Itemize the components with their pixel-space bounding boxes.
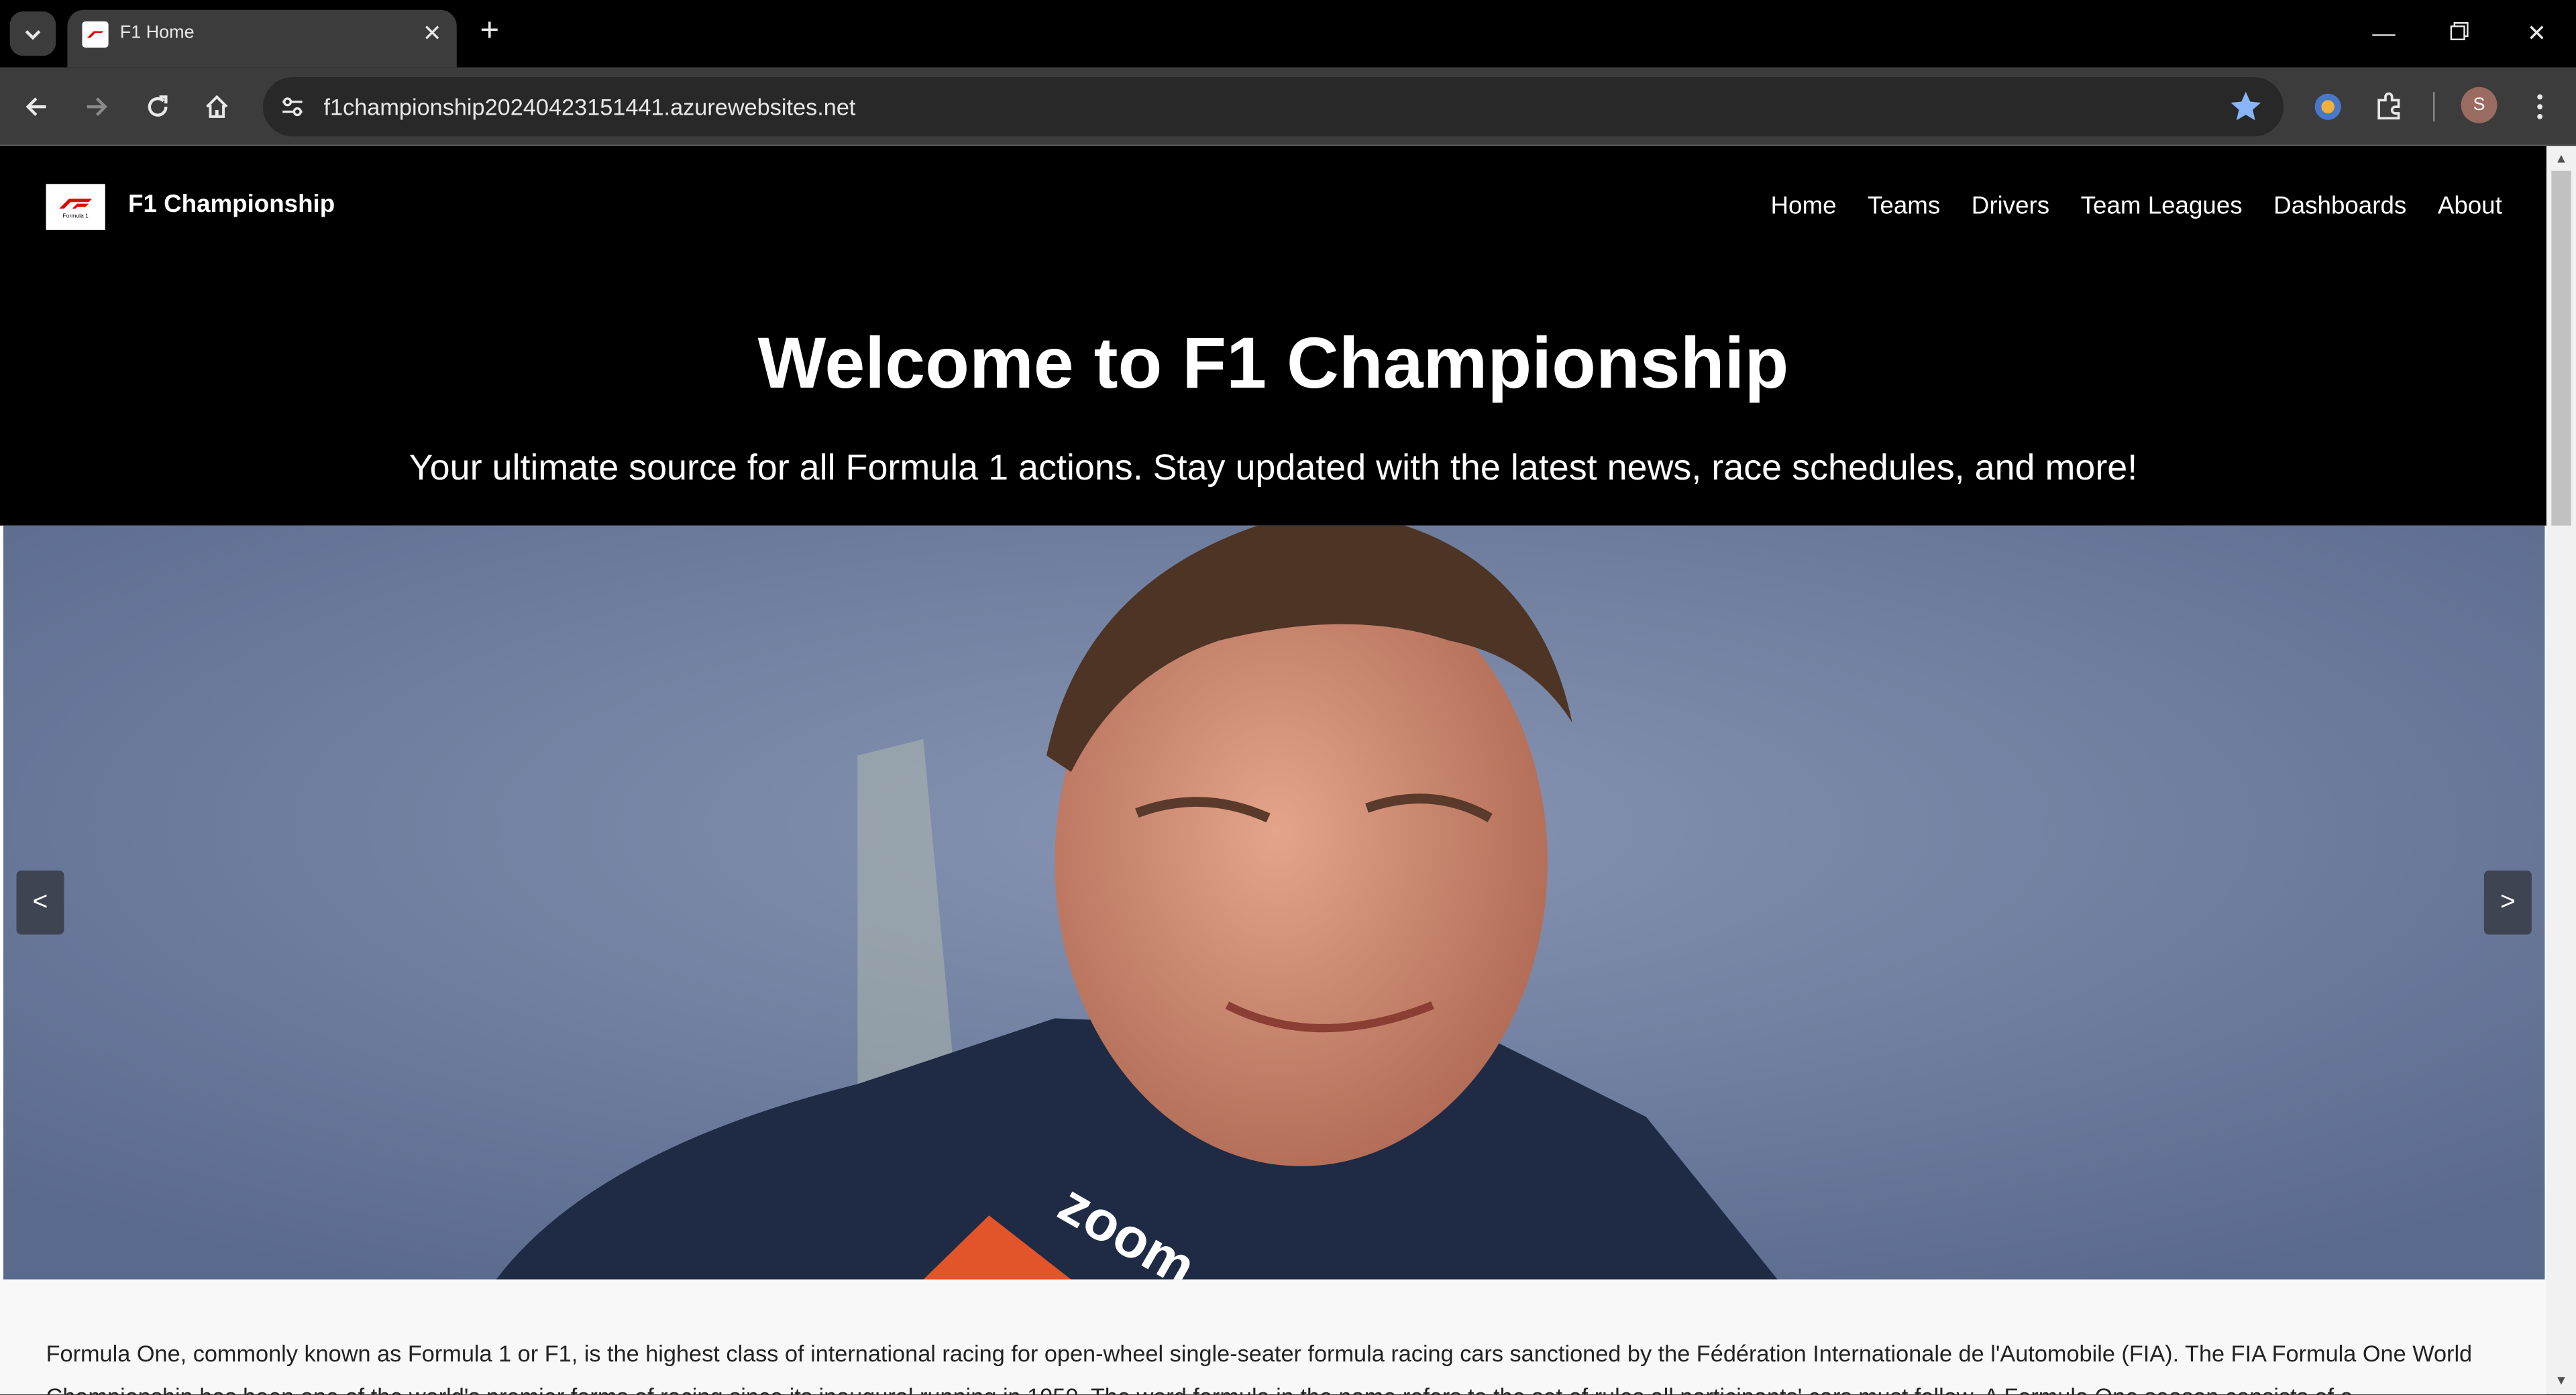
close-window-button[interactable]: ✕ <box>2520 16 2553 49</box>
new-tab-button[interactable]: + <box>473 15 506 48</box>
restore-button[interactable] <box>2443 16 2476 49</box>
back-button[interactable] <box>16 87 56 127</box>
nav-team-leagues[interactable]: Team Leagues <box>2081 192 2243 221</box>
toolbar-divider <box>2432 92 2435 122</box>
restore-icon <box>2450 22 2469 41</box>
page-scrollbar[interactable]: ▲ ▼ <box>2546 146 2576 1395</box>
driver-portrait-image: zoom <box>3 525 2545 1280</box>
scroll-up-arrow-icon[interactable]: ▲ <box>2553 151 2569 167</box>
more-vertical-icon <box>2537 94 2543 119</box>
profile-avatar[interactable]: S <box>2461 87 2498 123</box>
hero-subtitle: Your ultimate source for all Formula 1 a… <box>409 447 2138 488</box>
svg-text:Formula 1: Formula 1 <box>62 212 89 219</box>
reload-icon <box>148 95 168 117</box>
browser-window: F1 Home ✕ + — ✕ f1championship2024042315… <box>0 0 2576 1395</box>
arrow-right-icon <box>87 97 107 116</box>
reload-button[interactable] <box>138 87 178 127</box>
tab-active[interactable]: F1 Home ✕ <box>67 9 457 68</box>
scroll-thumb[interactable] <box>2551 170 2571 526</box>
home-button[interactable] <box>197 87 237 127</box>
f1-logo[interactable]: Formula 1 <box>46 184 105 230</box>
puzzle-icon <box>2377 92 2400 120</box>
tune-icon <box>282 97 303 117</box>
bookmark-star-icon[interactable] <box>2228 89 2264 125</box>
site-brand-name[interactable]: F1 Championship <box>128 190 335 219</box>
image-carousel: zoom < > <box>3 525 2545 1280</box>
carousel-prev-button[interactable]: < <box>16 870 64 935</box>
main-nav: Home Teams Drivers Team Leagues Dashboar… <box>1771 192 2502 221</box>
browser-menu-button[interactable] <box>2520 87 2560 127</box>
close-tab-icon[interactable]: ✕ <box>419 19 445 46</box>
extension-button[interactable] <box>2308 87 2348 127</box>
carousel-next-button[interactable]: > <box>2483 870 2532 935</box>
arrow-left-icon <box>25 97 46 116</box>
nav-drivers[interactable]: Drivers <box>1972 192 2049 221</box>
tab-search-button[interactable] <box>9 11 56 56</box>
minimize-button[interactable]: — <box>2367 16 2400 49</box>
chevron-down-icon <box>25 29 41 40</box>
hero-title: Welcome to F1 Championship <box>757 323 1789 404</box>
address-bar[interactable]: f1championship20240423151441.azurewebsit… <box>262 77 2284 137</box>
f1-favicon-icon <box>82 21 109 48</box>
nav-teams[interactable]: Teams <box>1868 192 1940 221</box>
nav-home[interactable]: Home <box>1771 192 1837 221</box>
extension-badge-icon <box>2314 93 2341 120</box>
tab-strip: F1 Home ✕ + — ✕ <box>0 0 2576 68</box>
nav-dashboards[interactable]: Dashboards <box>2273 192 2406 221</box>
hero-header: Formula 1 F1 Championship Home Teams Dri… <box>0 146 2546 526</box>
forward-button[interactable] <box>77 87 117 127</box>
url-text[interactable]: f1championship20240423151441.azurewebsit… <box>323 94 855 120</box>
intro-section: Formula One, commonly known as Formula 1… <box>0 1279 2546 1394</box>
web-page: Formula 1 F1 Championship Home Teams Dri… <box>0 146 2546 1395</box>
intro-paragraph: Formula One, commonly known as Formula 1… <box>46 1340 2473 1394</box>
site-info-button[interactable] <box>273 87 313 127</box>
tab-title: F1 Home <box>119 23 195 43</box>
nav-about[interactable]: About <box>2438 192 2502 221</box>
extensions-menu-button[interactable] <box>2369 87 2408 127</box>
browser-toolbar: f1championship20240423151441.azurewebsit… <box>0 67 2576 146</box>
home-icon <box>206 95 228 118</box>
scroll-down-arrow-icon[interactable]: ▼ <box>2553 1373 2569 1389</box>
